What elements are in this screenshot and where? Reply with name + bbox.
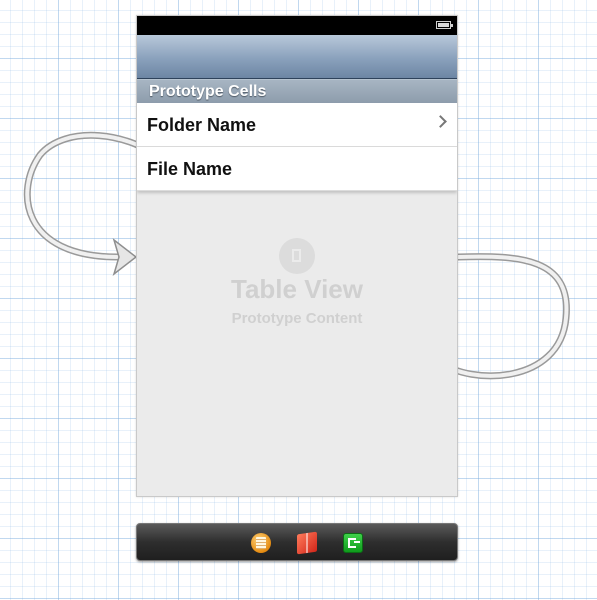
section-header-label: Prototype Cells bbox=[149, 83, 267, 100]
battery-icon bbox=[436, 21, 453, 29]
cell-label: Folder Name bbox=[147, 115, 257, 135]
segue-arrow-icon bbox=[112, 237, 138, 277]
exit-icon[interactable] bbox=[343, 533, 363, 553]
navigation-bar[interactable] bbox=[137, 35, 457, 79]
cell-label: File Name bbox=[147, 159, 233, 179]
status-bar bbox=[137, 16, 457, 35]
table-view-controller-scene[interactable]: Prototype Cells Folder Name File Name Ta… bbox=[136, 15, 458, 497]
view-controller-object-icon[interactable] bbox=[297, 531, 317, 555]
first-responder-icon[interactable] bbox=[251, 533, 271, 553]
placeholder-title: Table View bbox=[231, 274, 363, 304]
scene-dock bbox=[136, 523, 458, 561]
table-view-icon bbox=[279, 238, 315, 274]
placeholder-subtitle: Prototype Content bbox=[231, 310, 363, 327]
chevron-right-icon bbox=[434, 115, 447, 128]
prototype-cell-file[interactable]: File Name bbox=[137, 147, 457, 191]
prototype-cell-folder[interactable]: Folder Name bbox=[137, 103, 457, 147]
section-header: Prototype Cells bbox=[137, 79, 457, 103]
